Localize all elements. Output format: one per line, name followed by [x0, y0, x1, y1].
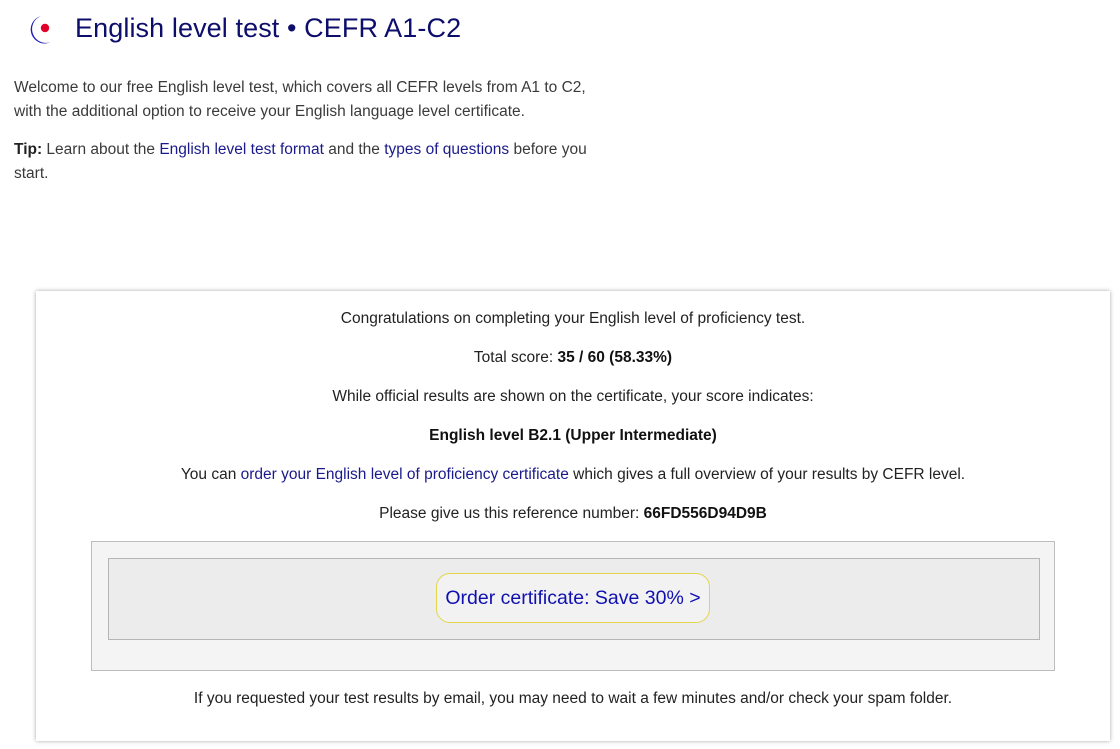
english-level: English level B2.1 (Upper Intermediate) — [36, 427, 1110, 445]
order-text: You can — [180, 466, 241, 483]
tip-label: Tip: — [14, 141, 43, 158]
score-value: 35 / 60 (58.33%) — [557, 349, 673, 366]
tip-paragraph: Tip: Learn about the English level test … — [14, 138, 614, 186]
reference-value: 66FD556D94D9B — [643, 505, 767, 522]
results-card: Congratulations on completing your Engli… — [36, 291, 1110, 741]
site-logo-icon — [30, 16, 51, 44]
question-types-link[interactable]: types of questions — [384, 141, 509, 158]
total-score: Total score: 35 / 60 (58.33%) — [36, 349, 1110, 367]
order-info: You can order your English level of prof… — [36, 466, 1110, 484]
page-title: English level test • CEFR A1-C2 — [75, 13, 462, 43]
certificate-promo-box: Order certificate: Save 30% > — [91, 541, 1055, 671]
certificate-promo-inner: Order certificate: Save 30% > — [108, 558, 1040, 640]
reference-label: Please give us this reference number: — [379, 505, 644, 522]
intro-paragraph: Welcome to our free English level test, … — [14, 79, 586, 120]
test-format-link[interactable]: English level test format — [159, 141, 324, 158]
level-value: English level B2.1 (Upper Intermediate) — [429, 427, 717, 444]
intro-section: Welcome to our free English level test, … — [14, 76, 614, 200]
order-text: which gives a full overview of your resu… — [568, 466, 966, 483]
indicates-text: While official results are shown on the … — [332, 388, 814, 405]
email-note: If you requested your test results by em… — [193, 690, 953, 707]
tip-text: and the — [323, 141, 385, 158]
order-certificate-button[interactable]: Order certificate: Save 30% > — [436, 573, 710, 623]
congrats-text: Congratulations on completing your Engli… — [340, 310, 806, 327]
tip-text: Learn about the — [42, 141, 160, 158]
reference-number: Please give us this reference number: 66… — [36, 505, 1110, 523]
order-certificate-link[interactable]: order your English level of proficiency … — [241, 466, 569, 483]
score-label: Total score: — [473, 349, 558, 366]
